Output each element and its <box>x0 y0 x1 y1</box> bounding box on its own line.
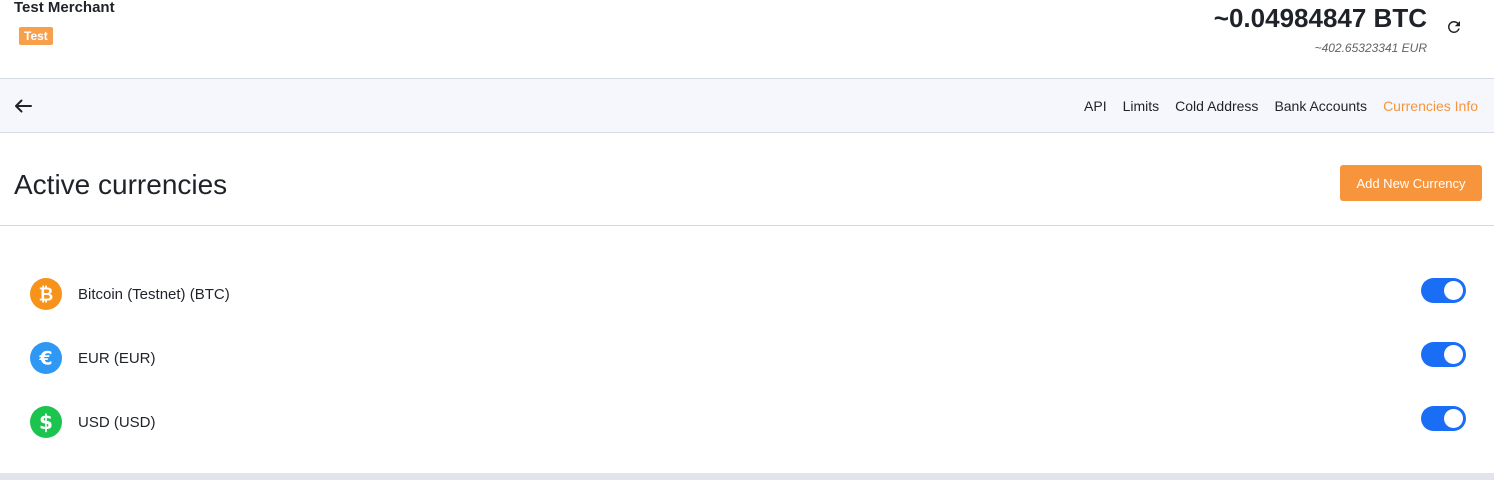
nav-links: API Limits Cold Address Bank Accounts Cu… <box>1068 79 1478 132</box>
euro-icon: € <box>30 342 62 374</box>
currency-label: USD (USD) <box>78 414 156 431</box>
arrow-left-icon[interactable] <box>12 95 34 117</box>
toggle-knob <box>1444 409 1463 428</box>
toggle-knob <box>1444 281 1463 300</box>
environment-badge: Test <box>19 27 53 45</box>
merchant-name: Test Merchant <box>14 0 115 16</box>
footer-divider <box>0 473 1494 480</box>
svg-text:₿: ₿ <box>39 285 54 306</box>
nav-link-bank-accounts[interactable]: Bank Accounts <box>1274 98 1367 114</box>
currency-toggle-usd[interactable] <box>1421 406 1466 431</box>
svg-text:$: $ <box>39 410 53 434</box>
currency-row-eur: € EUR (EUR) <box>0 326 1494 390</box>
balance-fiat: ~402.65323341 EUR <box>1314 41 1427 55</box>
bitcoin-icon: ₿ <box>30 278 62 310</box>
sub-navigation: API Limits Cold Address Bank Accounts Cu… <box>0 78 1494 133</box>
currency-label: EUR (EUR) <box>78 350 156 367</box>
balance-crypto: ~0.04984847 BTC <box>1213 3 1427 33</box>
currency-row-btc: ₿ Bitcoin (Testnet) (BTC) <box>0 262 1494 326</box>
section-header: Active currencies Add New Currency <box>0 133 1494 226</box>
nav-link-cold-address[interactable]: Cold Address <box>1175 98 1258 114</box>
currency-label: Bitcoin (Testnet) (BTC) <box>78 286 230 303</box>
dollar-icon: $ <box>30 406 62 438</box>
currency-toggle-btc[interactable] <box>1421 278 1466 303</box>
nav-link-api[interactable]: API <box>1084 98 1107 114</box>
nav-link-limits[interactable]: Limits <box>1123 98 1160 114</box>
currency-list: ₿ Bitcoin (Testnet) (BTC) € EUR (EUR) $ … <box>0 262 1494 454</box>
page-title: Active currencies <box>14 169 228 200</box>
currency-toggle-eur[interactable] <box>1421 342 1466 367</box>
refresh-icon[interactable] <box>1444 16 1464 38</box>
svg-text:€: € <box>38 348 52 370</box>
currency-row-usd: $ USD (USD) <box>0 390 1494 454</box>
toggle-knob <box>1444 345 1463 364</box>
add-new-currency-button[interactable]: Add New Currency <box>1340 165 1482 201</box>
nav-link-currencies-info[interactable]: Currencies Info <box>1383 98 1478 114</box>
top-header: Test Merchant Test ~0.04984847 BTC ~402.… <box>0 0 1494 78</box>
